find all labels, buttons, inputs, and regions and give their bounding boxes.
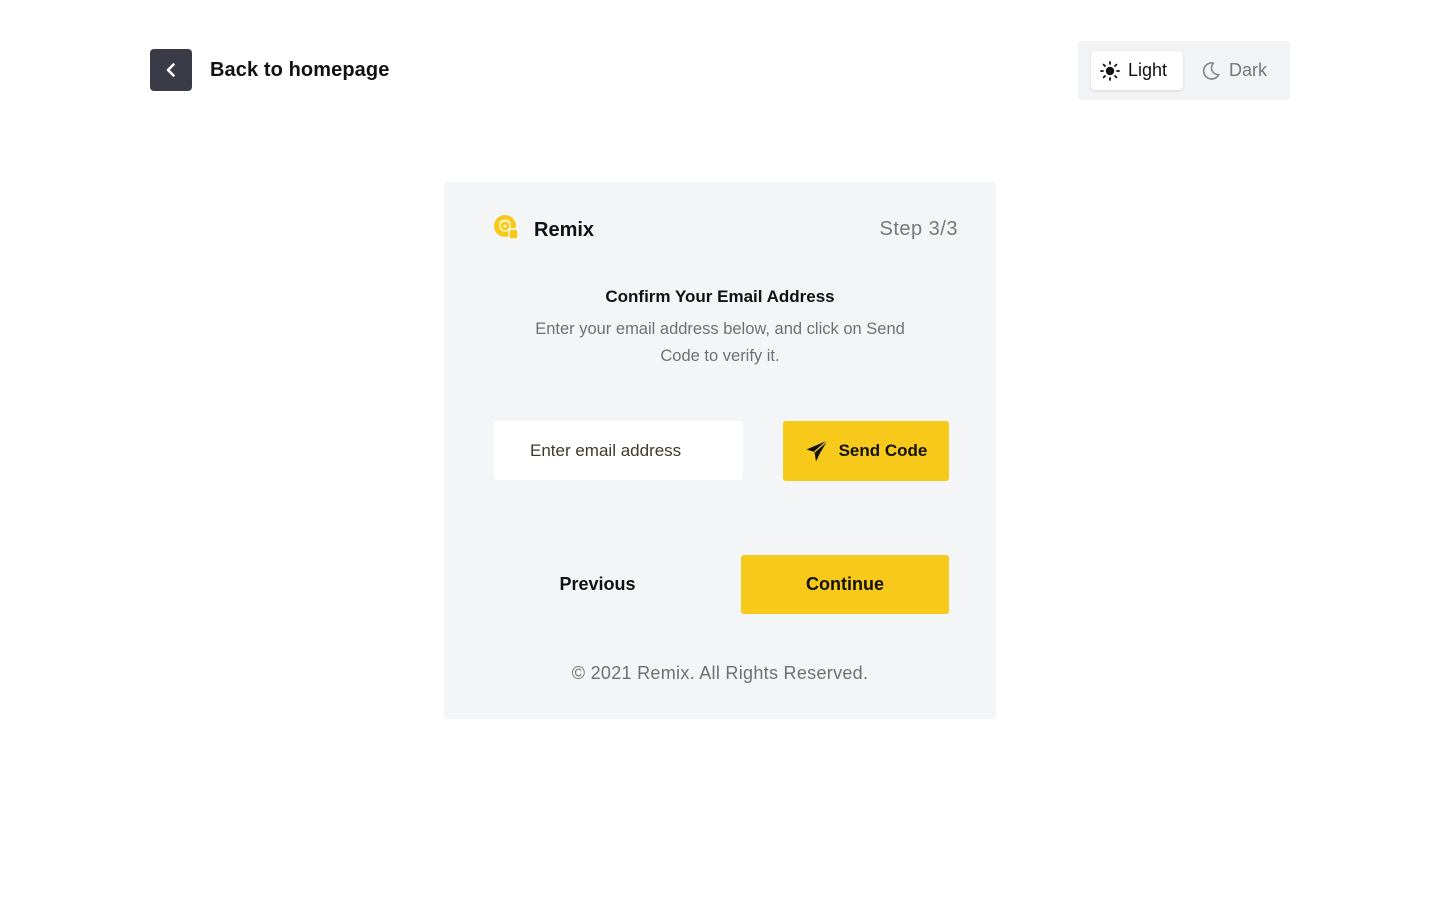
step-indicator: Step 3/3 [879,218,958,240]
copyright-footer: © 2021 Remix. All Rights Reserved. [571,663,869,683]
back-button[interactable] [150,49,192,91]
paper-plane-icon [805,439,829,463]
theme-dark-option[interactable]: Dark [1197,51,1267,90]
brand: Remix [493,214,594,246]
theme-light-label: Light [1128,60,1168,80]
theme-light-option[interactable]: Light [1091,51,1183,90]
brand-name: Remix [534,218,595,241]
continue-button[interactable]: Continue [741,555,949,614]
page-subtitle: Enter your email address below, and clic… [535,320,905,365]
page-title: Confirm Your Email Address [605,287,835,306]
chevron-left-icon [166,63,175,77]
verification-card: Remix Step 3/3 Confirm Your Email Addres… [444,182,996,719]
theme-toggle: Light Dark [1078,41,1290,100]
email-field[interactable] [494,421,743,480]
back-to-homepage-link[interactable]: Back to homepage [150,49,389,91]
theme-dark-label: Dark [1229,60,1268,80]
remix-logo-icon [493,214,520,246]
back-label[interactable]: Back to homepage [210,59,389,82]
previous-button[interactable]: Previous [494,555,701,614]
moon-icon [1201,61,1221,81]
send-code-button[interactable]: Send Code [783,421,949,481]
sun-icon [1100,60,1120,81]
send-code-label: Send Code [838,441,928,460]
